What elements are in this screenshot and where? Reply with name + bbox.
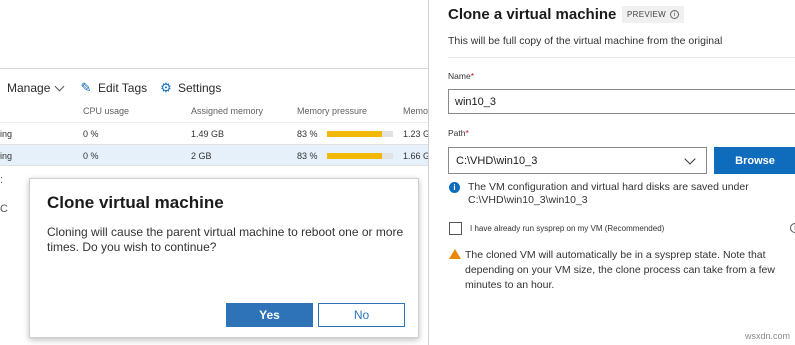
truncated-text: C: [0, 203, 8, 215]
table-row[interactable]: ing 0 % 1.49 GB 83 % 1.23 G: [0, 122, 428, 144]
path-label: Path*: [448, 128, 469, 138]
vm-cpu-usage: 0 %: [83, 129, 99, 139]
browse-button[interactable]: Browse: [714, 147, 795, 174]
name-label-text: Name: [448, 71, 471, 81]
info-message: The VM configuration and virtual hard di…: [468, 181, 749, 206]
truncated-text: :: [0, 174, 4, 186]
vm-cpu-usage: 0 %: [83, 151, 99, 161]
vm-memory-demand: 1.23 G: [403, 129, 428, 139]
dialog-message: Cloning will cause the parent virtual ma…: [47, 225, 404, 254]
info-icon[interactable]: i: [790, 223, 795, 233]
chevron-down-icon: [684, 153, 696, 165]
table-row[interactable]: ing 0 % 2 GB 83 % 1.66 G: [0, 144, 428, 166]
preview-badge-label: PREVIEW: [627, 10, 666, 19]
vm-state: ing: [0, 129, 13, 139]
vm-memory-pressure: 83 %: [297, 129, 318, 139]
blade-subtitle: This will be full copy of the virtual ma…: [448, 35, 723, 47]
vm-assigned-memory: 1.49 GB: [191, 129, 225, 139]
sysprep-checkbox-label[interactable]: I have already run sysprep on my VM (Rec…: [470, 224, 664, 233]
chevron-down-icon: [54, 81, 65, 91]
path-value: C:\VHD\win10_3: [456, 154, 538, 167]
edit-tags-button[interactable]: ✎ Edit Tags: [80, 79, 148, 97]
warning-icon: [449, 249, 461, 259]
vm-memory-pressure: 83 %: [297, 151, 318, 161]
pencil-icon: ✎: [80, 80, 92, 95]
column-header-memory-pressure[interactable]: Memory pressure: [297, 106, 367, 116]
info-icon: i: [449, 182, 460, 193]
edit-tags-label: Edit Tags: [98, 81, 148, 95]
clone-vm-blade: Clone a virtual machine PREVIEW i This w…: [428, 0, 795, 345]
path-dropdown[interactable]: C:\VHD\win10_3: [448, 147, 707, 174]
name-input[interactable]: [448, 89, 795, 114]
sysprep-checkbox[interactable]: [449, 222, 462, 235]
column-header-cpu[interactable]: CPU usage: [83, 106, 129, 116]
vm-memory-demand: 1.66 G: [403, 151, 428, 161]
info-icon[interactable]: i: [670, 10, 679, 19]
dialog-title: Clone virtual machine: [47, 193, 224, 212]
warning-message: The cloned VM will automatically be in a…: [465, 249, 775, 291]
required-marker: *: [465, 128, 469, 138]
yes-button[interactable]: Yes: [226, 303, 313, 327]
blade-title: Clone a virtual machine: [448, 6, 617, 23]
memory-pressure-fill: [327, 153, 382, 159]
memory-pressure-fill: [327, 131, 382, 137]
manage-menu-button[interactable]: Manage: [7, 79, 65, 97]
memory-pressure-bar: [327, 153, 393, 159]
vm-assigned-memory: 2 GB: [191, 151, 212, 161]
settings-label: Settings: [178, 81, 222, 95]
required-marker: *: [470, 71, 474, 81]
no-button[interactable]: No: [318, 303, 405, 327]
preview-badge: PREVIEW i: [622, 6, 684, 23]
settings-button[interactable]: ⚙ Settings: [160, 79, 221, 97]
column-header-memory-demand[interactable]: Memo: [403, 106, 428, 116]
clone-confirmation-dialog: Clone virtual machine Cloning will cause…: [29, 178, 419, 338]
vm-state: ing: [0, 151, 13, 161]
name-label: Name*: [448, 71, 474, 81]
memory-pressure-bar: [327, 131, 393, 137]
divider: [448, 57, 795, 58]
path-label-text: Path: [448, 128, 466, 138]
watermark: wsxdn.com: [744, 331, 790, 341]
column-header-assigned-memory[interactable]: Assigned memory: [191, 106, 263, 116]
vm-list-panel: Manage ✎ Edit Tags ⚙ Settings CPU usage …: [0, 0, 428, 345]
divider: [0, 68, 428, 69]
gear-icon: ⚙: [160, 80, 172, 95]
manage-label: Manage: [7, 81, 51, 95]
